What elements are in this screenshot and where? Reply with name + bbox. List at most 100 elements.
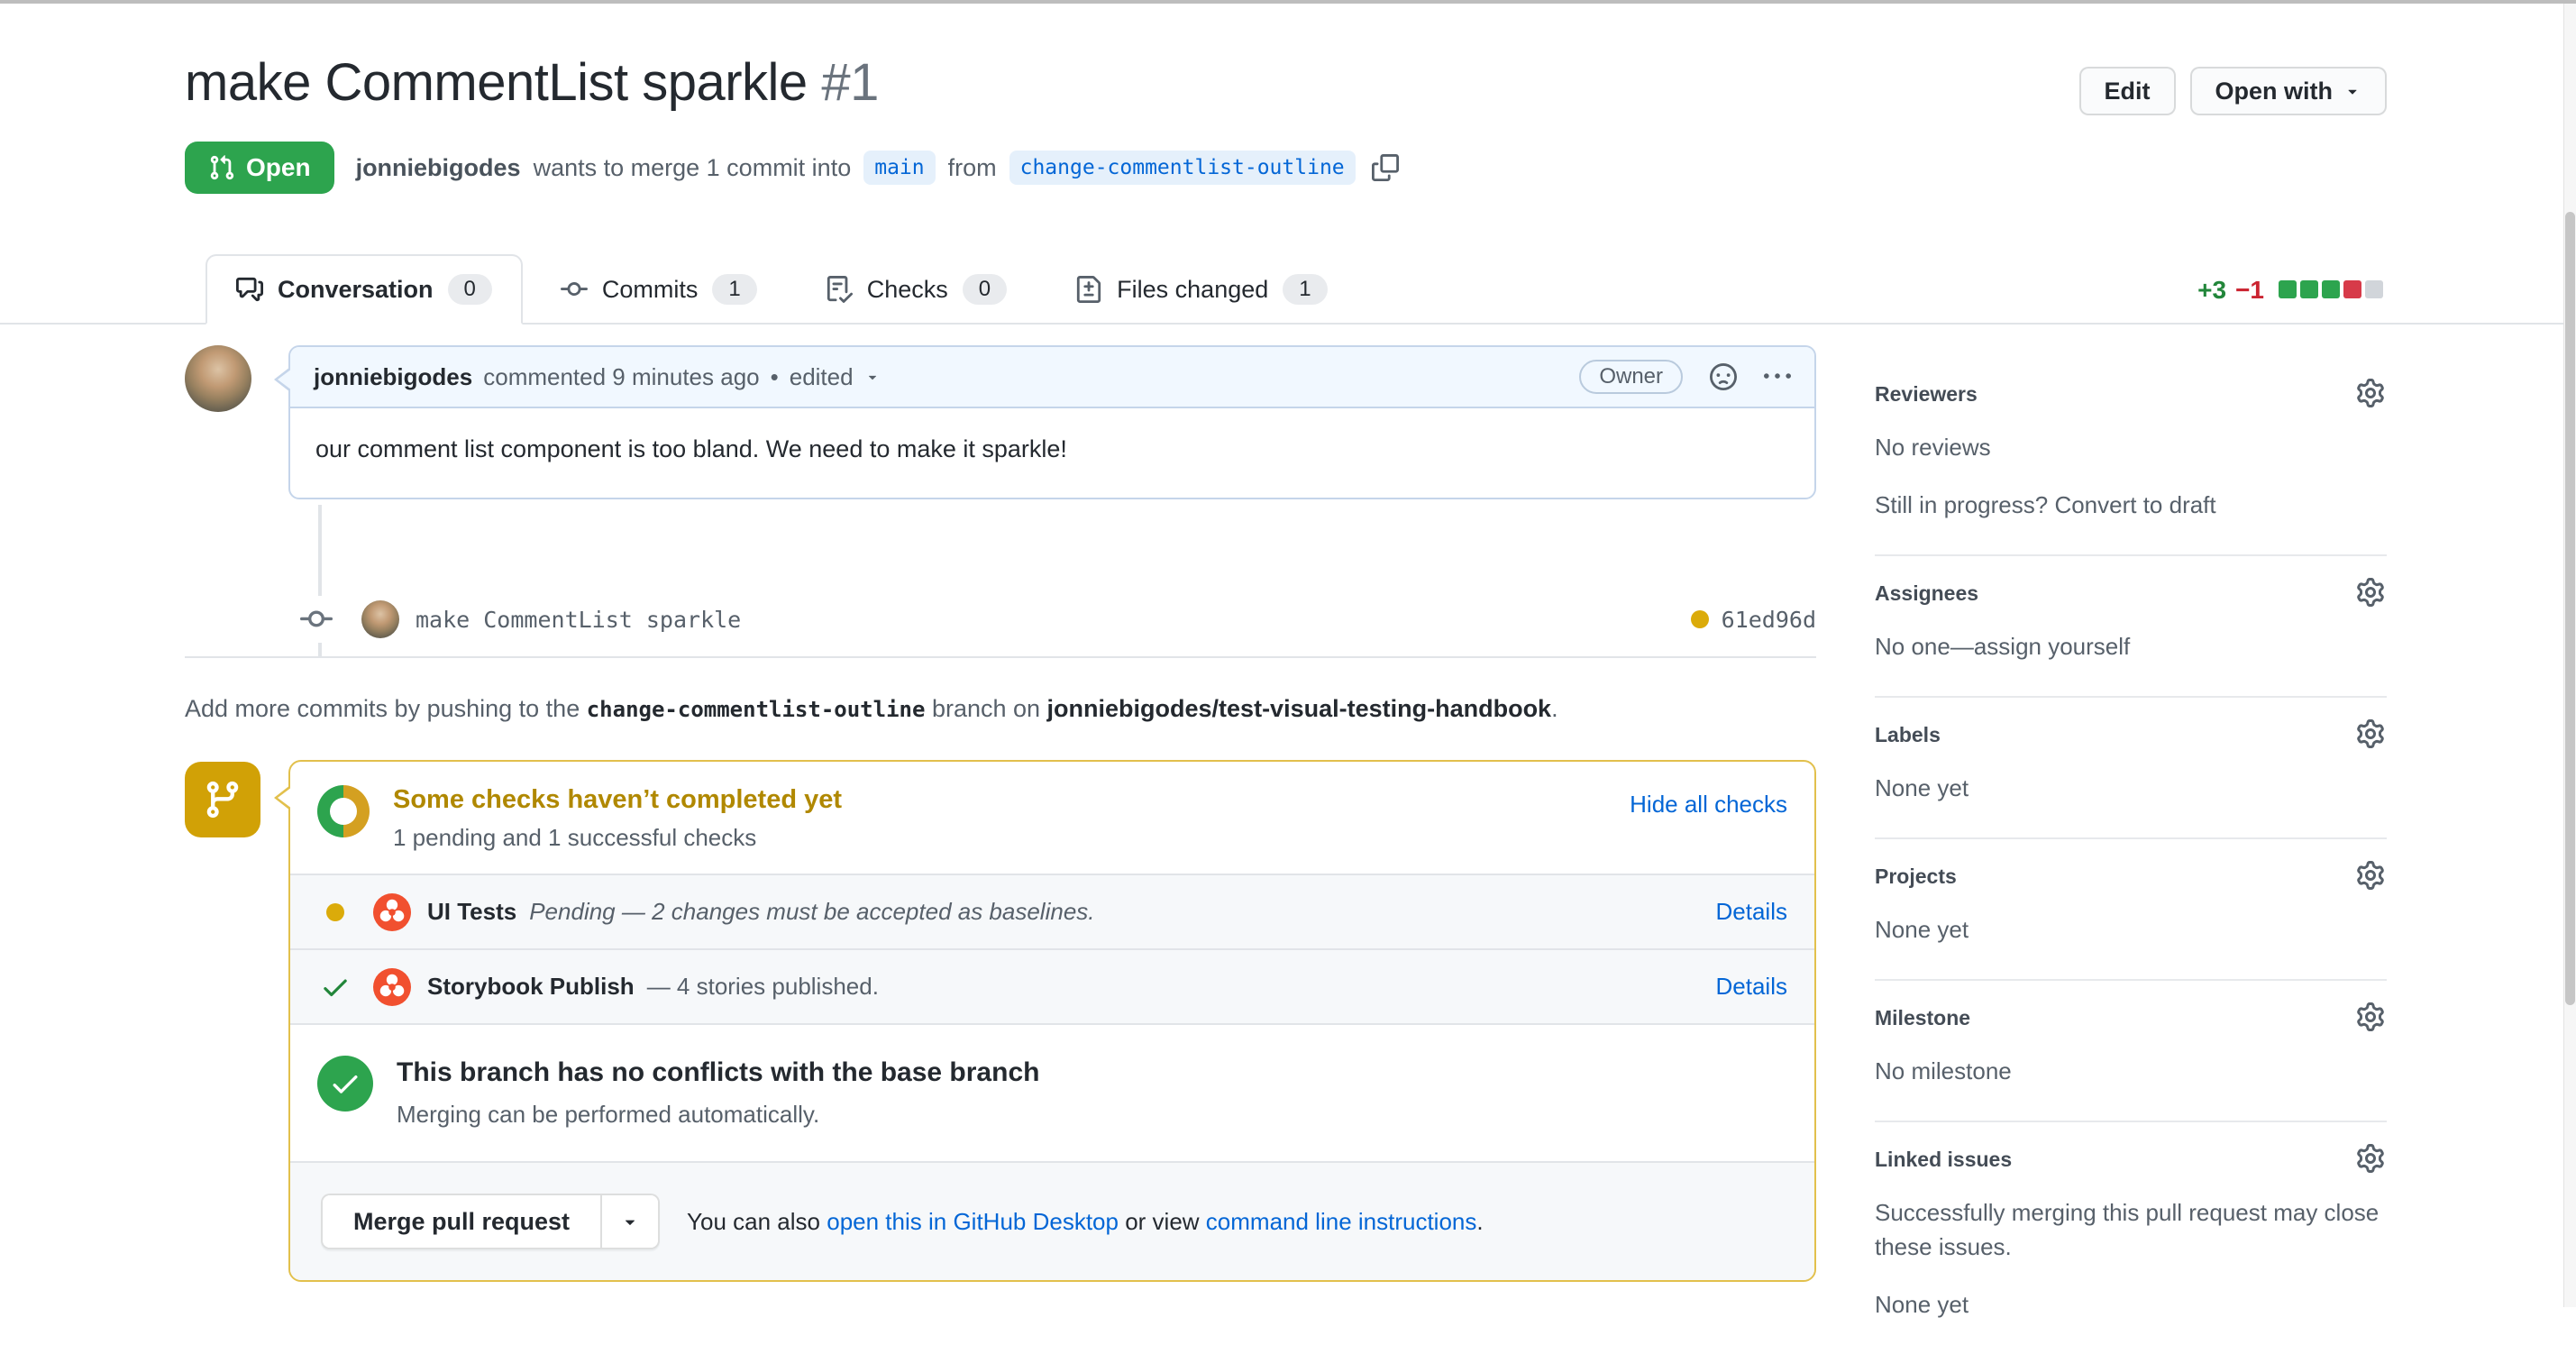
check-row-ui-tests: UI Tests Pending — 2 changes must be acc… [290, 874, 1814, 948]
chevron-down-icon [2343, 82, 2361, 100]
section-title: Labels [1875, 723, 1941, 746]
header-actions: Edit Open with [2078, 67, 2387, 115]
diff-block-add [2279, 280, 2297, 298]
tab-files-changed[interactable]: Files changed 1 [1045, 256, 1357, 323]
head-branch-chip[interactable]: change-commentlist-outline [1009, 151, 1356, 185]
commit-message-link[interactable]: make CommentList sparkle [416, 607, 741, 633]
kebab-horizontal-icon [1764, 363, 1791, 390]
pr-state-badge: Open [185, 142, 334, 194]
base-branch-chip[interactable]: main [863, 151, 936, 185]
merge-action-section: Merge pull request You can also open thi… [290, 1161, 1814, 1280]
command-line-instructions-link[interactable]: command line instructions [1206, 1208, 1477, 1235]
details-link[interactable]: Details [1716, 973, 1787, 1001]
comment-author-link[interactable]: jonniebigodes [314, 363, 472, 391]
github-desktop-link[interactable]: open this in GitHub Desktop [827, 1208, 1119, 1235]
diffstat-blocks [2275, 276, 2383, 305]
edited-dropdown-caret-icon[interactable] [864, 369, 881, 385]
meta-text: wants to merge 1 commit into [533, 153, 852, 181]
pr-sidebar: Reviewers No reviews Still in progress? … [1875, 357, 2387, 1354]
edit-button[interactable]: Edit [2078, 67, 2176, 115]
push-hint-text: . [1551, 695, 1558, 722]
diff-block-add [2322, 280, 2340, 298]
diffstat: +3 −1 [2197, 276, 2383, 305]
diffstat-additions: +3 [2197, 276, 2227, 304]
comment-time: commented 9 minutes ago [483, 362, 760, 390]
smiley-icon [1710, 363, 1737, 390]
convert-to-draft-link[interactable]: Convert to draft [2054, 491, 2215, 518]
check-description: Pending — 2 changes must be accepted as … [529, 898, 1095, 925]
tab-label: Checks [866, 275, 948, 303]
copy-branch-button[interactable] [1372, 154, 1399, 181]
section-title: Projects [1875, 865, 1957, 888]
no-conflicts-check-icon [317, 1056, 373, 1112]
diff-block-del [2343, 280, 2361, 298]
also-text: You can also [687, 1207, 820, 1235]
window-top-border [0, 0, 2576, 4]
diffstat-deletions: −1 [2235, 276, 2264, 304]
gear-icon[interactable] [2356, 379, 2385, 407]
meta-text-from: from [947, 153, 997, 181]
sidebar-section-milestone: Milestone No milestone [1875, 981, 2387, 1122]
sidebar-section-linked-issues: Linked issues Successfully merging this … [1875, 1122, 2387, 1354]
commit-sha-link[interactable]: 61ed96d [1722, 607, 1816, 633]
commit-status: 61ed96d [1690, 607, 1816, 633]
tab-checks[interactable]: Checks 0 [795, 256, 1037, 323]
gear-icon[interactable] [2356, 1002, 2385, 1031]
git-commit-icon [300, 596, 333, 643]
git-commit-icon [561, 276, 588, 303]
checks-progress-donut-icon [317, 785, 370, 837]
section-title: Milestone [1875, 1006, 1971, 1029]
avatar[interactable] [185, 345, 251, 412]
add-reaction-button[interactable] [1710, 363, 1737, 390]
pr-author-link[interactable]: jonniebigodes [356, 154, 521, 182]
scrollbar-thumb[interactable] [2565, 212, 2575, 1005]
mergeability-section: This branch has no conflicts with the ba… [290, 1023, 1814, 1161]
scrollbar-track[interactable] [2563, 4, 2576, 1307]
also-text: . [1476, 1207, 1484, 1235]
pr-tab-nav: Conversation 0 Commits 1 Checks 0 Files … [0, 254, 2563, 325]
git-branch-icon [202, 779, 243, 820]
merge-options-dropdown[interactable] [602, 1195, 659, 1248]
pr-number: #1 [821, 53, 879, 112]
pending-status-dot-icon[interactable] [1690, 610, 1709, 628]
assignees-value: No one—assign yourself [1875, 629, 2387, 663]
sidebar-section-labels: Labels None yet [1875, 698, 2387, 839]
check-description: — 4 stories published. [646, 973, 879, 1000]
commit-avatar[interactable] [361, 600, 399, 638]
gear-icon[interactable] [2356, 861, 2385, 890]
pr-meta: Open jonniebigodes wants to merge 1 comm… [185, 142, 2387, 194]
details-link[interactable]: Details [1716, 898, 1787, 926]
tab-count: 1 [1283, 274, 1328, 305]
labels-value: None yet [1875, 774, 1969, 801]
chromatic-logo-icon [373, 893, 411, 931]
assign-yourself-link[interactable]: assign yourself [1974, 633, 2130, 660]
gear-icon[interactable] [2356, 578, 2385, 607]
push-hint-text: branch on [931, 695, 1041, 722]
owner-badge[interactable]: Owner [1579, 360, 1683, 394]
commit-row: make CommentList sparkle 61ed96d [185, 581, 1816, 657]
reviewers-value: No reviews [1875, 434, 1991, 461]
gear-icon[interactable] [2356, 719, 2385, 748]
tab-count: 1 [712, 274, 757, 305]
reviewers-hint: Still in progress? Convert to draft [1875, 488, 2387, 522]
check-name: Storybook Publish [427, 973, 635, 1000]
open-with-button[interactable]: Open with [2189, 67, 2387, 115]
section-title: Reviewers [1875, 382, 1978, 406]
pr-title-text: make CommentList sparkle [185, 53, 808, 112]
diff-block-add [2300, 280, 2318, 298]
alternative-merge-text: You can also open this in GitHub Desktop… [687, 1208, 1484, 1236]
comment-options-button[interactable] [1764, 363, 1791, 390]
gear-icon[interactable] [2356, 1144, 2385, 1173]
tab-commits[interactable]: Commits 1 [530, 256, 788, 323]
check-row-storybook-publish: Storybook Publish — 4 stories published.… [290, 948, 1814, 1023]
merge-pull-request-button[interactable]: Merge pull request [323, 1195, 603, 1248]
git-branch-badge [185, 762, 260, 837]
merge-status-box: Some checks haven’t completed yet 1 pend… [274, 760, 1816, 1282]
tab-conversation[interactable]: Conversation 0 [206, 254, 523, 325]
section-title: Linked issues [1875, 1148, 2013, 1171]
tab-label: Commits [601, 275, 699, 303]
push-hint: Add more commits by pushing to the chang… [185, 695, 1558, 723]
hide-all-checks-link[interactable]: Hide all checks [1630, 785, 1787, 819]
file-diff-icon [1075, 276, 1102, 303]
linked-issues-description: Successfully merging this pull request m… [1875, 1199, 2380, 1260]
